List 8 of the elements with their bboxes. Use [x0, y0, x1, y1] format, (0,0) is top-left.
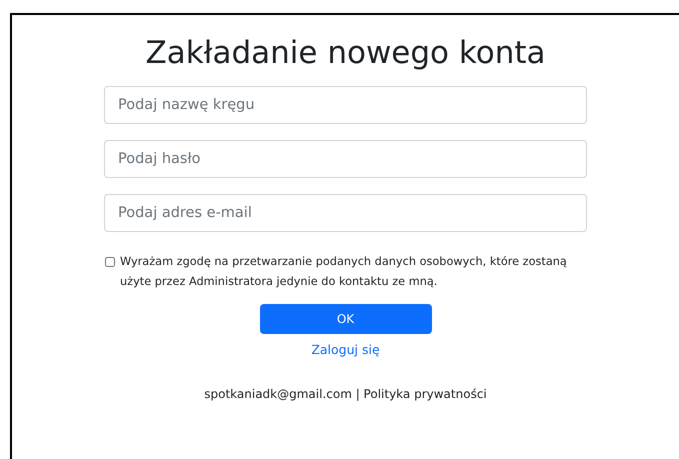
page-title: Zakładanie nowego konta: [145, 35, 546, 71]
input-field[interactable]: Podaj adres e-mail: [104, 194, 587, 232]
login-link[interactable]: Zaloguj się: [311, 342, 380, 357]
input-field[interactable]: Podaj hasło: [104, 140, 587, 178]
input-field[interactable]: Podaj nazwę kręgu: [104, 86, 587, 124]
footer-text: spotkaniadk@gmail.com | Polityka prywatności: [204, 387, 487, 401]
consent-label: Wyrażam zgodę na przetwarzanie podanych danych osobowych, które zostaną użyte przez Administratora jedynie do kontaktu ze mną.: [120, 254, 568, 290]
ok-button[interactable]: OK: [260, 304, 432, 334]
